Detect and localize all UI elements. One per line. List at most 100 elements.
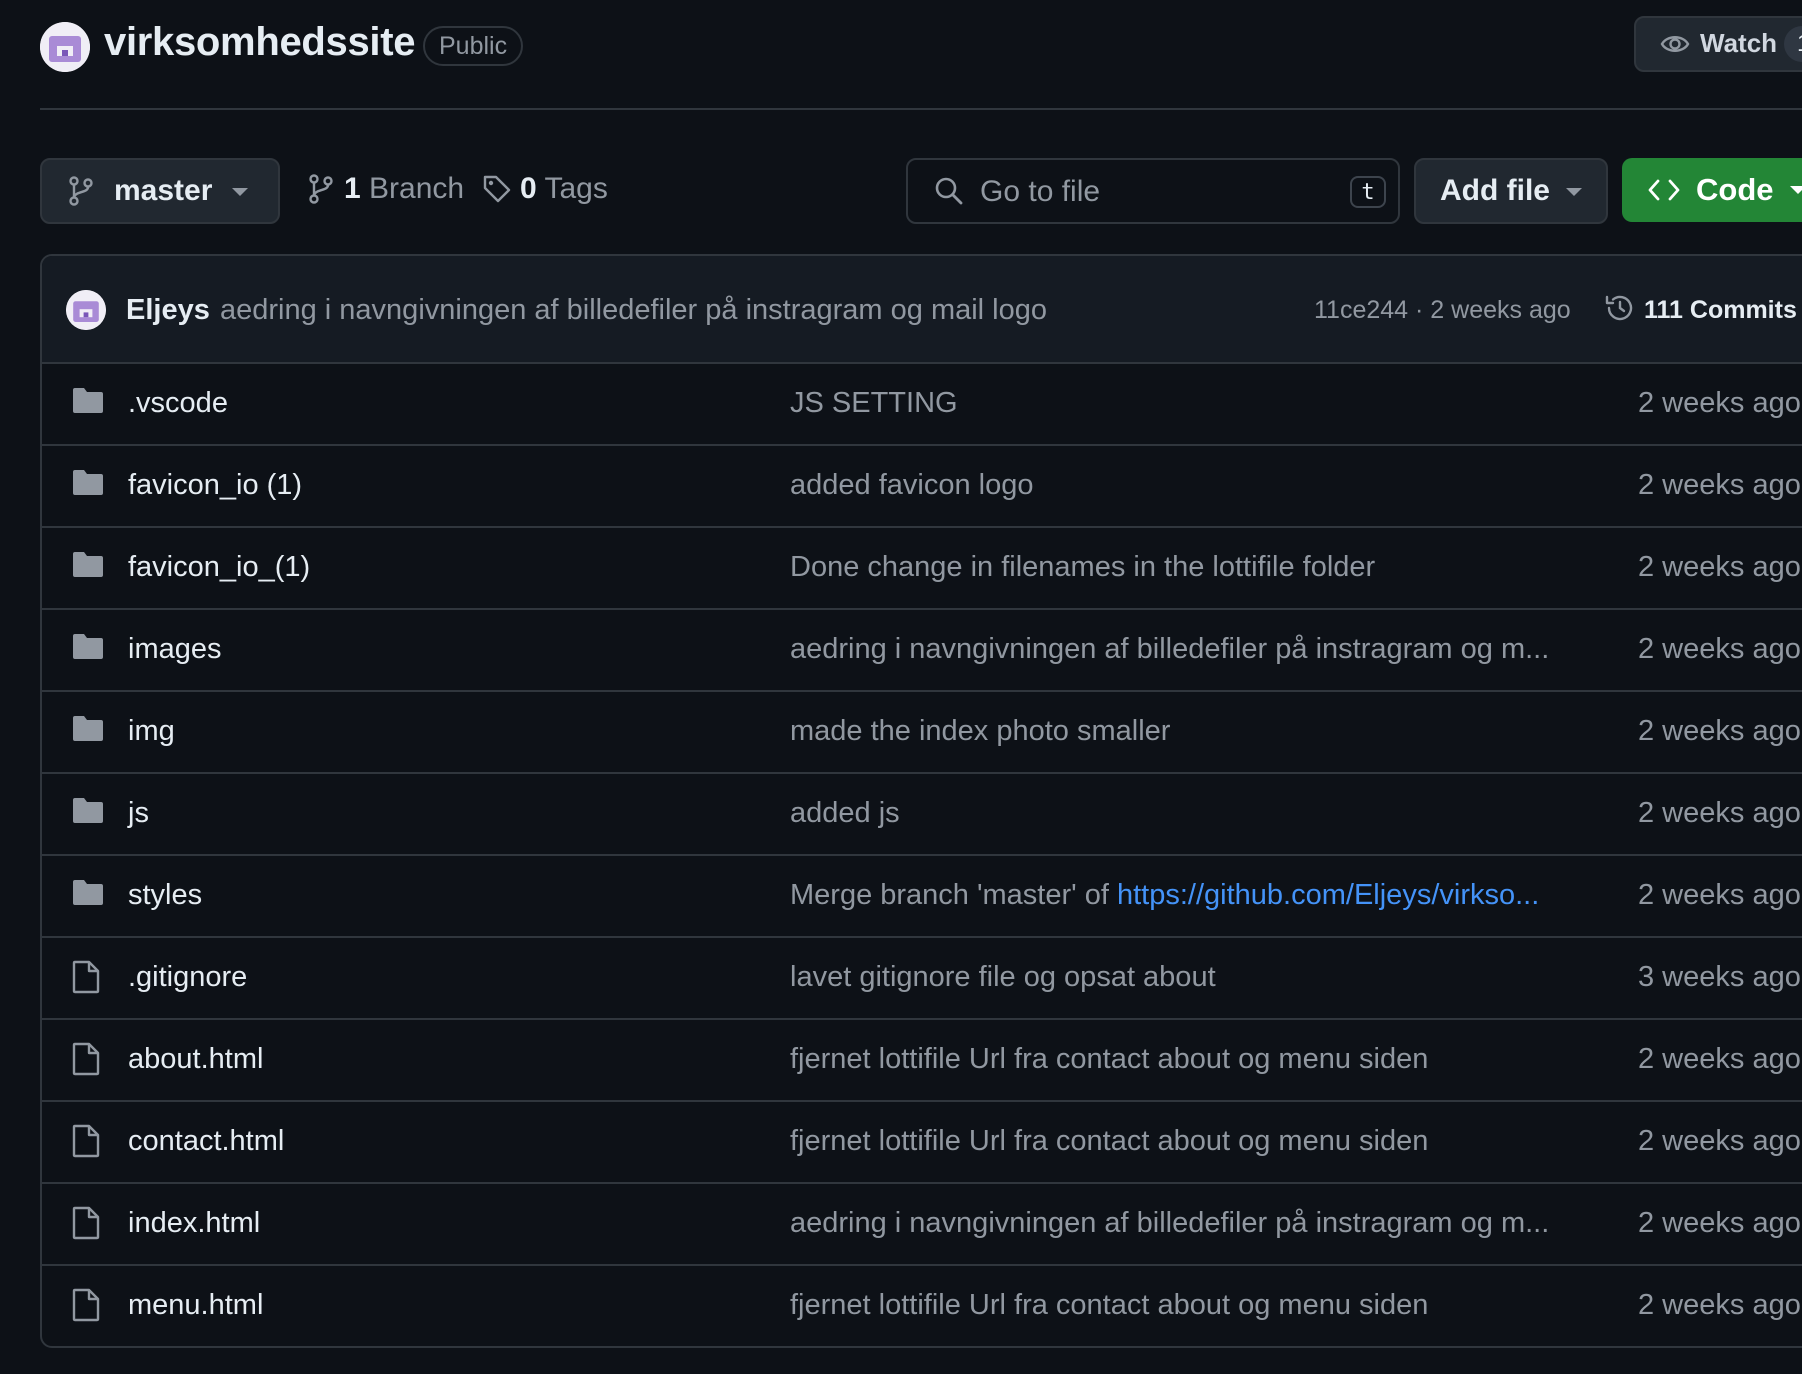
file-commit-message[interactable]: fjernet lottifile Url fra contact about … <box>790 1289 1428 1322</box>
tag-icon <box>482 174 512 204</box>
folder-icon <box>72 550 104 578</box>
file-row[interactable]: js added js 2 weeks ago <box>42 772 1802 854</box>
eye-icon <box>1660 32 1690 56</box>
file-commit-time: 2 weeks ago <box>1638 1125 1801 1157</box>
commits-link[interactable]: 111 Commits <box>1644 296 1797 325</box>
commit-message-text: JS SETTING <box>790 387 958 419</box>
branch-count: 1 <box>344 172 361 205</box>
file-commit-message[interactable]: aedring i navngivningen af billedefiler … <box>790 633 1549 666</box>
file-commit-message[interactable]: added js <box>790 797 900 830</box>
header-divider <box>40 108 1802 110</box>
commit-message-text: made the index photo smaller <box>790 715 1171 747</box>
file-name-link[interactable]: about.html <box>128 1043 263 1076</box>
file-name-link[interactable]: .vscode <box>128 387 228 420</box>
go-to-file-input[interactable]: Go to file t <box>906 158 1400 224</box>
file-row[interactable]: favicon_io (1) added favicon logo 2 weeks … <box>42 444 1802 526</box>
search-icon <box>934 176 964 206</box>
file-commit-time: 2 weeks ago <box>1638 1043 1801 1075</box>
tags-link[interactable]: 0 Tags <box>482 172 608 206</box>
file-row[interactable]: favicon_io_(1) Done change in filenames i… <box>42 526 1802 608</box>
search-placeholder: Go to file <box>980 175 1101 208</box>
file-name-link[interactable]: index.html <box>128 1207 260 1240</box>
file-name-link[interactable]: img <box>128 715 175 748</box>
file-name-link[interactable]: favicon_io_(1) <box>128 551 310 584</box>
folder-icon <box>72 386 104 414</box>
file-commit-time: 2 weeks ago <box>1638 879 1801 911</box>
file-name-link[interactable]: styles <box>128 879 202 912</box>
file-name-link[interactable]: favicon_io (1) <box>128 469 302 502</box>
file-commit-message[interactable]: fjernet lottifile Url fra contact about … <box>790 1125 1428 1158</box>
folder-icon <box>72 468 104 496</box>
repo-name[interactable]: virksomhedssite <box>104 20 416 65</box>
branch-selector[interactable]: master <box>40 158 280 224</box>
watch-button[interactable]: Watch 1 <box>1634 16 1802 72</box>
file-commit-message[interactable]: lavet gitignore file og opsat about <box>790 961 1216 994</box>
commit-message-link[interactable]: https://github.com/Eljeys/virkso... <box>1117 879 1539 911</box>
commit-message[interactable]: aedring i navngivningen af billedefiler … <box>220 294 1047 327</box>
file-name-link[interactable]: contact.html <box>128 1125 284 1158</box>
branches-link[interactable]: 1 Branch <box>308 172 464 206</box>
file-row[interactable]: index.html aedring i navngivningen af bil… <box>42 1182 1802 1264</box>
watch-count-value: 1 <box>1797 30 1802 58</box>
visibility-badge: Public <box>423 26 524 66</box>
author-avatar[interactable] <box>66 290 106 330</box>
file-commit-message[interactable]: made the index photo smaller <box>790 715 1170 748</box>
commit-message-text: added favicon logo <box>790 469 1034 501</box>
git-branch-icon <box>308 174 334 204</box>
chevron-down-icon <box>232 188 248 196</box>
file-commit-message[interactable]: added favicon logo <box>790 469 1033 502</box>
add-file-label: Add file <box>1440 174 1550 207</box>
file-name-link[interactable]: js <box>128 797 149 830</box>
file-icon <box>72 1206 100 1240</box>
file-icon <box>72 1042 100 1076</box>
commit-author[interactable]: Eljeys <box>126 294 210 327</box>
file-icon <box>72 1124 100 1158</box>
file-row[interactable]: img made the index photo smaller 2 weeks a… <box>42 690 1802 772</box>
file-icon <box>72 960 100 994</box>
latest-commit-bar: Eljeys aedring i navngivningen af billed… <box>42 256 1802 364</box>
chevron-down-icon <box>1790 186 1802 194</box>
file-commit-message[interactable]: fjernet lottifile Url fra contact about … <box>790 1043 1428 1076</box>
file-commit-time: 3 weeks ago <box>1638 961 1801 993</box>
file-commit-message[interactable]: Merge branch 'master' of https://github.… <box>790 879 1539 912</box>
file-commit-time: 2 weeks ago <box>1638 469 1801 501</box>
file-commit-time: 2 weeks ago <box>1638 633 1801 665</box>
file-name-link[interactable]: images <box>128 633 222 666</box>
tag-count: 0 <box>520 172 537 205</box>
file-icon <box>72 1288 100 1322</box>
file-row[interactable]: images aedring i navngivningen af billede… <box>42 608 1802 690</box>
file-row[interactable]: .vscode JS SETTING 2 weeks ago <box>42 362 1802 444</box>
add-file-button[interactable]: Add file <box>1414 158 1608 224</box>
file-row[interactable]: .gitignore lavet gitignore file og opsat … <box>42 936 1802 1018</box>
history-icon <box>1604 292 1636 324</box>
commit-message-text: lavet gitignore file og opsat about <box>790 961 1216 993</box>
commit-message-text: fjernet lottifile Url fra contact about … <box>790 1043 1429 1075</box>
commit-hash-time[interactable]: 11ce244 · 2 weeks ago <box>1314 296 1571 325</box>
search-shortcut-key: t <box>1350 176 1386 208</box>
file-row[interactable]: styles Merge branch 'master' of https://g… <box>42 854 1802 936</box>
commit-message-text: added js <box>790 797 900 829</box>
code-icon <box>1648 178 1680 202</box>
file-commit-time: 2 weeks ago <box>1638 715 1801 747</box>
file-row[interactable]: contact.html fjernet lottifile Url fra co… <box>42 1100 1802 1182</box>
commit-message-text: aedring i navngivningen af billedefiler … <box>790 633 1550 665</box>
file-row[interactable]: about.html fjernet lottifile Url fra cont… <box>42 1018 1802 1100</box>
file-name-link[interactable]: .gitignore <box>128 961 247 994</box>
folder-icon <box>72 796 104 824</box>
code-button[interactable]: Code <box>1622 158 1802 222</box>
file-commit-time: 2 weeks ago <box>1638 1207 1801 1239</box>
file-table: Eljeys aedring i navngivningen af billed… <box>40 254 1802 1348</box>
owner-avatar[interactable] <box>40 22 90 72</box>
file-commit-time: 2 weeks ago <box>1638 797 1801 829</box>
file-commit-time: 2 weeks ago <box>1638 551 1801 583</box>
file-name-link[interactable]: menu.html <box>128 1289 263 1322</box>
file-commit-message[interactable]: Done change in filenames in the lottifil… <box>790 551 1375 584</box>
commit-message-text: aedring i navngivningen af billedefiler … <box>790 1207 1550 1239</box>
folder-icon <box>72 714 104 742</box>
commit-message-text: fjernet lottifile Url fra contact about … <box>790 1125 1429 1157</box>
file-commit-message[interactable]: aedring i navngivningen af billedefiler … <box>790 1207 1549 1240</box>
file-row[interactable]: menu.html fjernet lottifile Url fra conta… <box>42 1264 1802 1346</box>
commit-message-text: fjernet lottifile Url fra contact about … <box>790 1289 1429 1321</box>
branch-label: Branch <box>369 172 465 205</box>
file-commit-message[interactable]: JS SETTING <box>790 387 958 420</box>
